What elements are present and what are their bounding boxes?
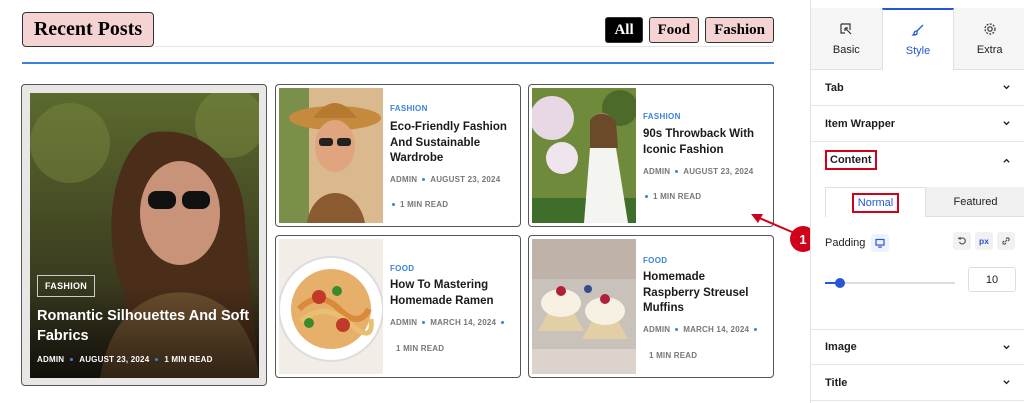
padding-tools: px <box>953 232 1015 250</box>
post-image <box>279 239 383 374</box>
featured-post-title[interactable]: Romantic Silhouettes And Soft Fabrics <box>37 306 252 346</box>
section-content[interactable]: Content <box>811 142 1024 178</box>
brush-icon <box>911 24 924 36</box>
post-image <box>532 239 636 374</box>
link-icon[interactable] <box>997 232 1015 250</box>
featured-category-badge[interactable]: FASHION <box>37 275 96 297</box>
read-time: 1 MIN READ <box>396 344 445 353</box>
post-image <box>279 88 383 223</box>
meta-dot <box>754 328 758 331</box>
meta-dot <box>392 203 395 206</box>
section-image[interactable]: Image <box>811 329 1024 365</box>
section-tab[interactable]: Tab <box>811 70 1024 106</box>
tab-basic[interactable]: Basic <box>811 8 882 70</box>
cursor-icon <box>840 22 852 34</box>
post-category[interactable]: FASHION <box>643 112 681 121</box>
filter-tab-all[interactable]: All <box>605 17 643 43</box>
section-title: Image <box>825 341 857 353</box>
padding-slider-thumb[interactable] <box>835 278 845 288</box>
post-meta: ADMIN MARCH 14, 2024 <box>390 318 505 327</box>
meta-dot <box>155 358 159 361</box>
post-category[interactable]: FOOD <box>643 256 667 265</box>
desktop-icon[interactable] <box>871 234 890 252</box>
post-meta: ADMIN MARCH 14, 2024 <box>643 325 758 334</box>
chevron-down-icon <box>1003 85 1010 90</box>
tab-label: Extra <box>976 43 1003 56</box>
author[interactable]: ADMIN <box>390 175 417 184</box>
tab-style[interactable]: Style <box>881 8 955 70</box>
page: Recent Posts All Food Fashion FASHION Ro… <box>0 0 1024 403</box>
post-meta: ADMIN AUGUST 23, 2024 <box>390 175 500 184</box>
post-category[interactable]: FASHION <box>390 104 428 113</box>
post-title[interactable]: Homemade Raspberry Streusel Muffins <box>643 270 763 317</box>
filter-tab-food[interactable]: Food <box>648 17 700 43</box>
section-title: Item Wrapper <box>825 117 896 130</box>
date: AUGUST 23, 2024 <box>430 175 501 184</box>
read-time: 1 MIN READ <box>164 355 213 364</box>
meta-dot <box>422 178 426 181</box>
subtab-featured[interactable]: Featured <box>926 187 1024 217</box>
post-title[interactable]: Eco-Friendly Fashion And Sustainable War… <box>390 120 510 167</box>
style-panel: Basic Style Extra Tab Item Wrapper Conte… <box>810 0 1024 403</box>
date: MARCH 14, 2024 <box>430 318 497 327</box>
chevron-up-icon <box>1003 158 1010 163</box>
author[interactable]: ADMIN <box>643 325 670 334</box>
reset-icon[interactable] <box>953 232 971 250</box>
chevron-down-icon <box>1003 121 1010 126</box>
filter-tab-fashion[interactable]: Fashion <box>705 17 774 43</box>
meta-dot <box>675 170 679 173</box>
unit-selector[interactable]: px <box>975 232 993 250</box>
section-title: Content <box>825 150 877 170</box>
meta-dot <box>675 328 679 331</box>
post-meta: ADMIN AUGUST 23, 2024 <box>643 167 753 176</box>
post-image <box>532 88 636 223</box>
heading-underline <box>154 46 774 47</box>
post-read-time: 1 MIN READ <box>645 192 701 201</box>
featured-post-meta: ADMIN AUGUST 23, 2024 1 MIN READ <box>37 355 213 364</box>
panel-tabs: Basic Style Extra <box>811 8 1024 70</box>
read-time: 1 MIN READ <box>649 351 698 360</box>
meta-dot <box>645 195 648 198</box>
subtab-label: Normal <box>851 192 900 213</box>
post-title[interactable]: How To Mastering Homemade Ramen <box>390 278 510 309</box>
meta-dot <box>70 358 74 361</box>
meta-dot <box>501 321 505 324</box>
tab-label: Basic <box>832 43 860 56</box>
post-read-time: 1 MIN READ <box>396 344 444 353</box>
padding-label: Padding <box>825 237 866 249</box>
tab-label: Style <box>905 45 931 57</box>
filter-tabs: All Food Fashion <box>605 17 774 43</box>
section-title: Title <box>825 376 848 389</box>
post-read-time: 1 MIN READ <box>392 200 448 209</box>
author[interactable]: ADMIN <box>390 318 417 327</box>
tab-extra[interactable]: Extra <box>954 8 1024 70</box>
author[interactable]: ADMIN <box>643 167 670 176</box>
subtab-normal[interactable]: Normal <box>825 187 926 217</box>
date: AUGUST 23, 2024 <box>79 355 150 364</box>
meta-dot <box>422 321 426 324</box>
date: AUGUST 23, 2024 <box>683 167 754 176</box>
date: MARCH 14, 2024 <box>683 325 750 334</box>
read-time: 1 MIN READ <box>653 192 702 201</box>
section-heading: Recent Posts <box>22 12 154 47</box>
chevron-down-icon <box>1003 380 1010 385</box>
post-category[interactable]: FOOD <box>390 264 414 273</box>
post-read-time: 1 MIN READ <box>649 351 697 360</box>
post-title[interactable]: 90s Throwback With Iconic Fashion <box>643 127 763 158</box>
padding-control: Padding <box>825 234 890 252</box>
author[interactable]: ADMIN <box>37 355 64 364</box>
section-title: Tab <box>825 81 844 94</box>
padding-input[interactable]: 10 <box>968 267 1016 292</box>
divider <box>22 62 774 64</box>
content-subtabs: Normal Featured <box>825 187 1024 217</box>
chevron-down-icon <box>1003 344 1010 349</box>
section-title-style[interactable]: Title <box>811 365 1024 401</box>
read-time: 1 MIN READ <box>400 200 449 209</box>
gear-icon <box>984 22 996 35</box>
section-item-wrapper[interactable]: Item Wrapper <box>811 106 1024 142</box>
posts-preview: Recent Posts All Food Fashion FASHION Ro… <box>0 0 810 403</box>
